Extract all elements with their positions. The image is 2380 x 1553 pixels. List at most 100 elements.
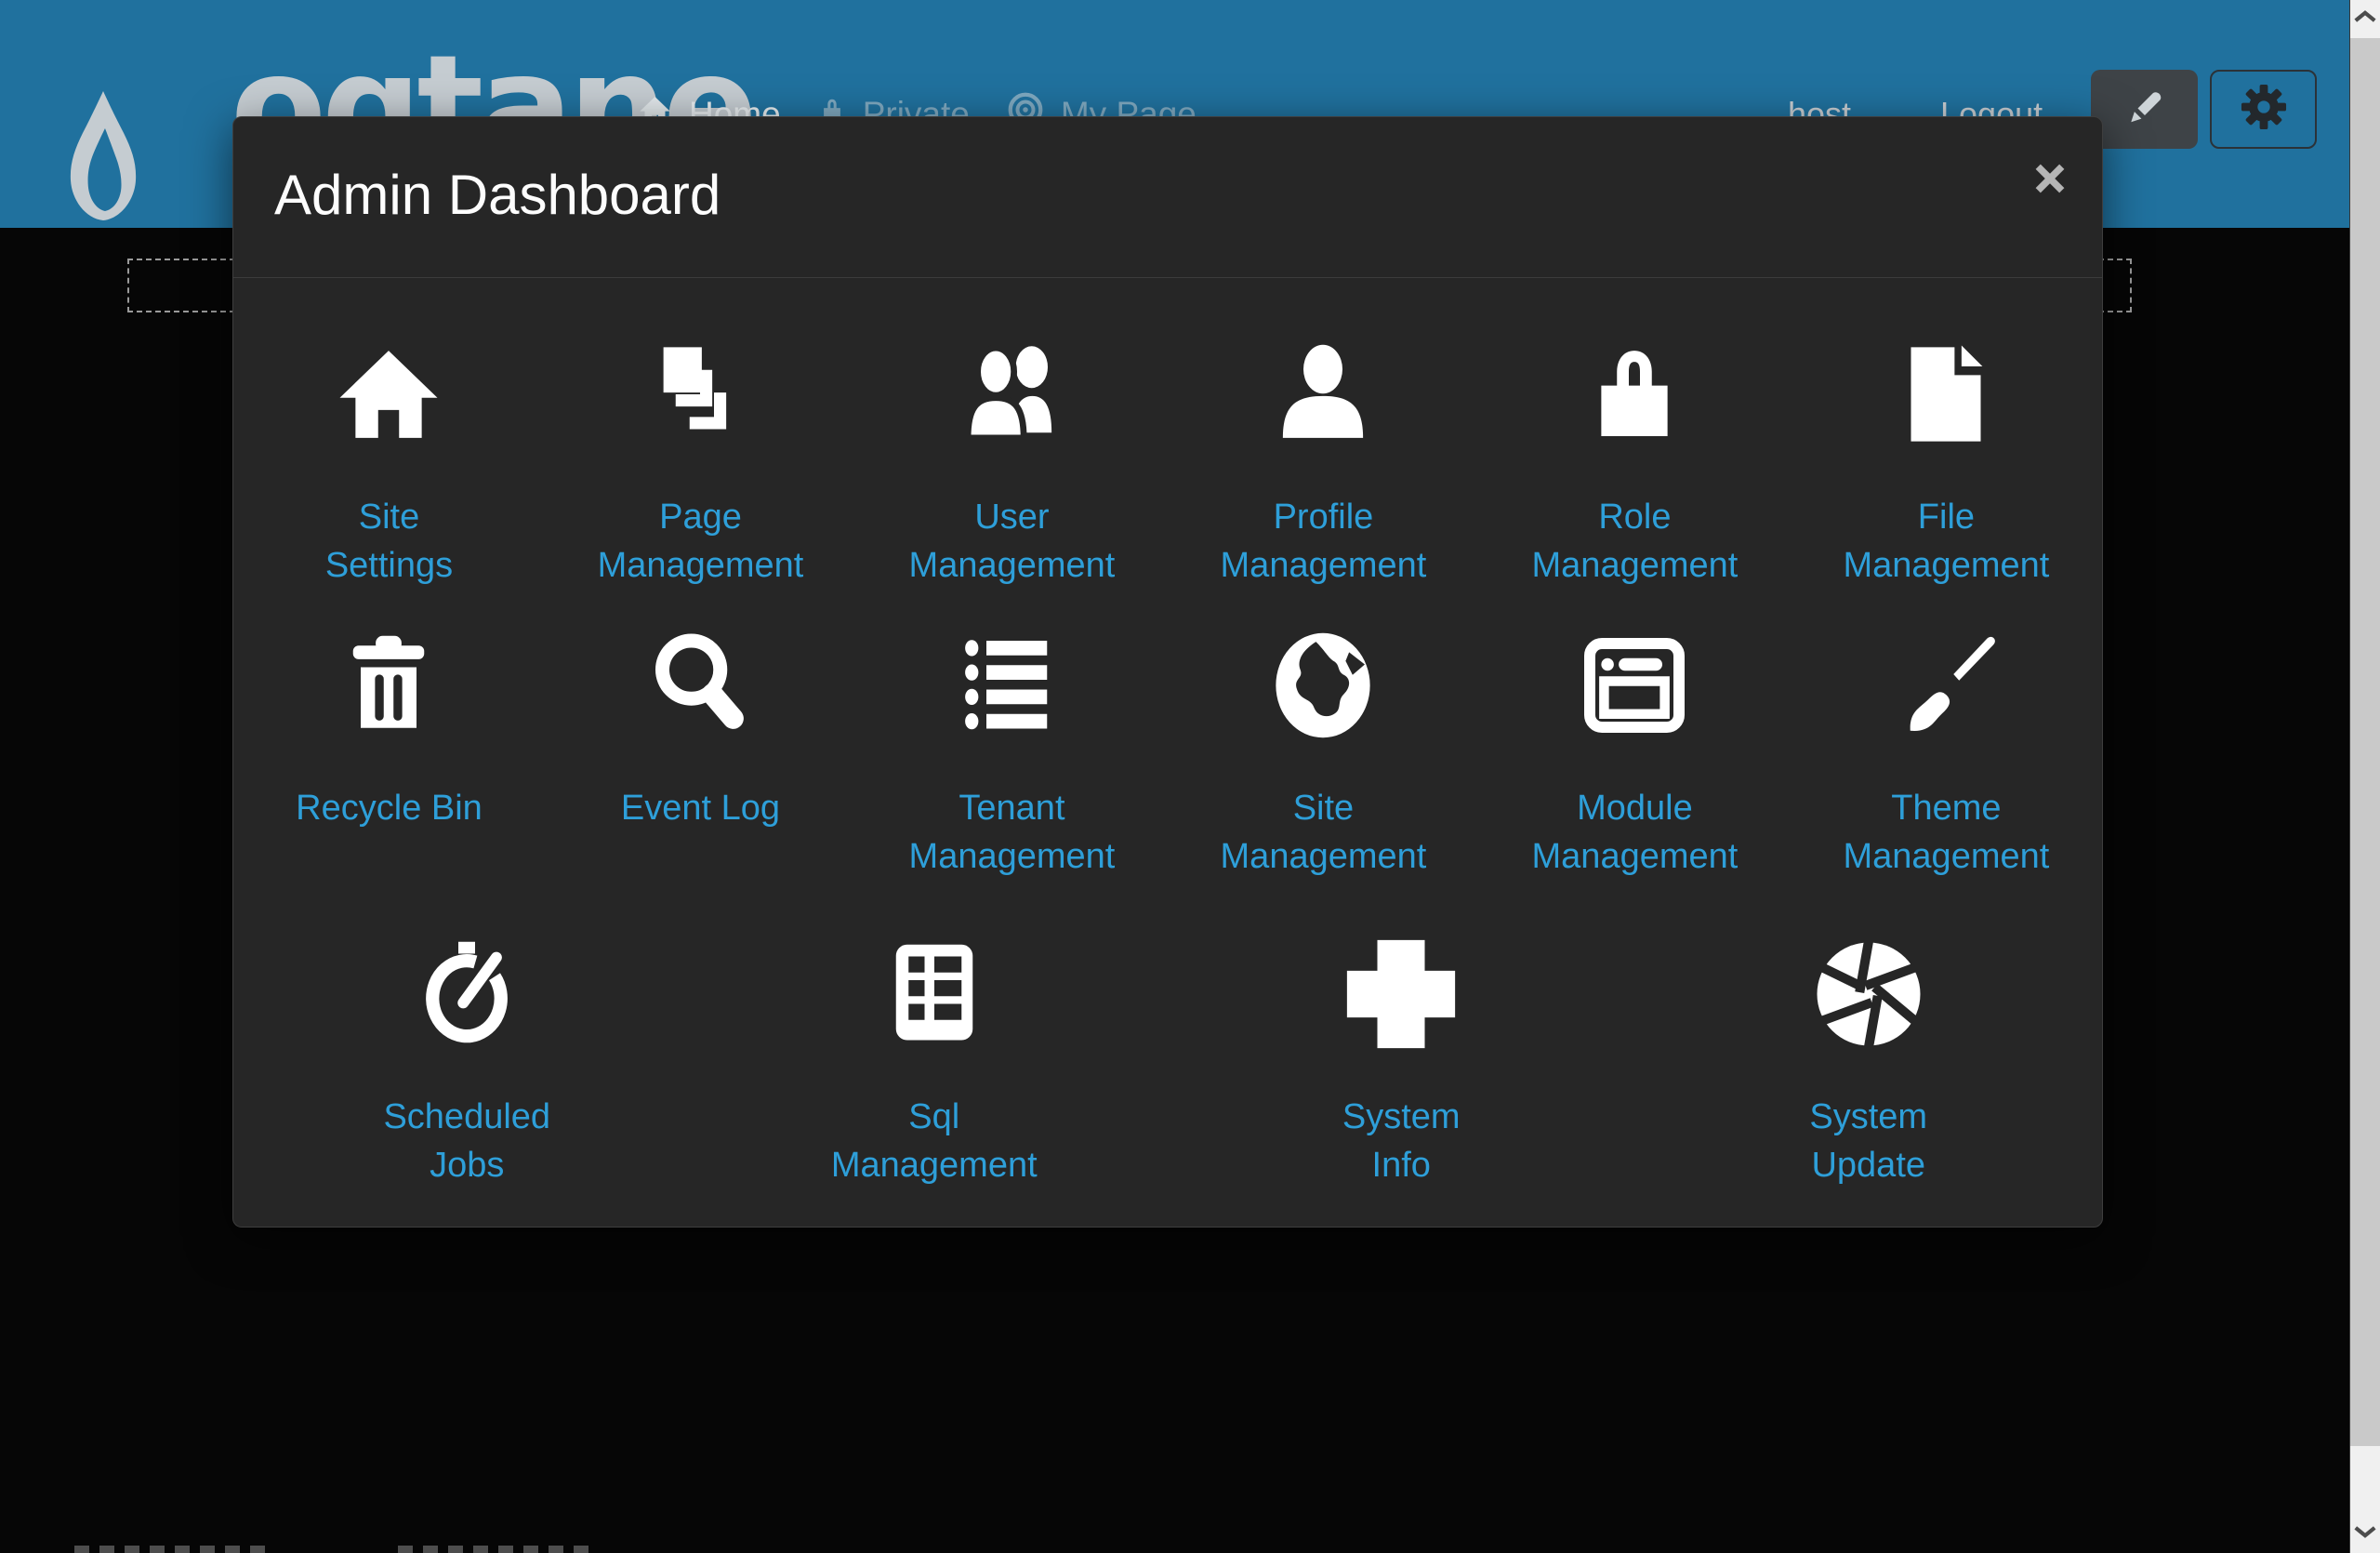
tile-label: SystemInfo	[1168, 1093, 1635, 1189]
tile-site-management[interactable]: SiteManagement	[1168, 628, 1479, 881]
tile-label-line: Management	[1168, 541, 1479, 590]
screen: oqtane Home Private My Page	[0, 0, 2380, 1553]
tile-label-line: User	[856, 493, 1168, 541]
list-icon	[856, 628, 1168, 741]
tile-label-line: Recycle Bin	[233, 784, 545, 832]
tile-label: FileManagement	[1791, 493, 2102, 590]
tile-label-line: Settings	[233, 541, 545, 590]
magnifying-glass-icon	[545, 628, 856, 741]
tile-label: UserManagement	[856, 493, 1168, 590]
tile-label-line: Theme	[1791, 784, 2102, 832]
people-icon	[856, 337, 1168, 450]
tile-label-line: Profile	[1168, 493, 1479, 541]
tile-label-line: File	[1791, 493, 2102, 541]
tile-label-line: System	[1635, 1093, 2103, 1141]
tile-theme-management[interactable]: ThemeManagement	[1791, 628, 2102, 881]
tile-role-management[interactable]: RoleManagement	[1479, 337, 1791, 590]
modal-header: Admin Dashboard	[233, 117, 2102, 278]
gear-icon	[2240, 83, 2288, 136]
clipped-content-fragment	[74, 1546, 270, 1553]
browser-icon	[1479, 628, 1791, 741]
dashboard-grid: SiteSettingsPageManagementUserManagement…	[233, 278, 2102, 1189]
tile-label: ThemeManagement	[1791, 784, 2102, 881]
tile-label-line: Management	[1791, 832, 2102, 881]
droplet-icon	[69, 89, 138, 226]
tile-event-log[interactable]: Event Log	[545, 628, 856, 881]
close-button[interactable]	[2024, 154, 2076, 206]
timer-icon	[233, 936, 701, 1050]
layers-icon	[545, 337, 856, 450]
tile-label: ProfileManagement	[1168, 493, 1479, 590]
tile-label-line: Update	[1635, 1141, 2103, 1189]
tile-label-line: Management	[545, 541, 856, 590]
scroll-down-button[interactable]	[2350, 1516, 2380, 1553]
tile-file-management[interactable]: FileManagement	[1791, 337, 2102, 590]
modal-title: Admin Dashboard	[274, 166, 721, 225]
tile-label: RoleManagement	[1479, 493, 1791, 590]
tile-label: ScheduledJobs	[233, 1093, 701, 1189]
tile-label-line: Site	[233, 493, 545, 541]
aperture-icon	[1635, 936, 2103, 1050]
tile-label: SqlManagement	[701, 1093, 1169, 1189]
close-icon	[2034, 163, 2066, 199]
tile-label-line: Tenant	[856, 784, 1168, 832]
tile-label: SiteSettings	[233, 493, 545, 590]
tile-label-line: Management	[701, 1141, 1169, 1189]
settings-button[interactable]	[2210, 70, 2317, 149]
tile-label-line: Site	[1168, 784, 1479, 832]
tile-page-management[interactable]: PageManagement	[545, 337, 856, 590]
trash-icon	[233, 628, 545, 741]
tile-tenant-management[interactable]: TenantManagement	[856, 628, 1168, 881]
tile-recycle-bin[interactable]: Recycle Bin	[233, 628, 545, 881]
tile-site-settings[interactable]: SiteSettings	[233, 337, 545, 590]
home-icon	[233, 337, 545, 450]
tile-label: TenantManagement	[856, 784, 1168, 881]
chevron-down-icon	[2353, 1525, 2377, 1544]
tile-user-management[interactable]: UserManagement	[856, 337, 1168, 590]
tile-label-line: Management	[1479, 541, 1791, 590]
tile-label: SiteManagement	[1168, 784, 1479, 881]
spreadsheet-icon	[701, 936, 1169, 1050]
tile-sql-management[interactable]: SqlManagement	[701, 936, 1169, 1189]
tile-label-line: Management	[1168, 832, 1479, 881]
file-icon	[1791, 337, 2102, 450]
person-icon	[1168, 337, 1479, 450]
tile-label-line: Page	[545, 493, 856, 541]
tile-label: PageManagement	[545, 493, 856, 590]
edit-page-button[interactable]	[2091, 70, 2198, 149]
tile-label-line: Sql	[701, 1093, 1169, 1141]
vertical-scrollbar[interactable]	[2349, 0, 2380, 1553]
tile-label-line: Management	[856, 832, 1168, 881]
tile-row-3: ScheduledJobsSqlManagementSystemInfoSyst…	[233, 936, 2102, 1189]
tile-label-line: Management	[1791, 541, 2102, 590]
tile-profile-management[interactable]: ProfileManagement	[1168, 337, 1479, 590]
tile-row-2: Recycle BinEvent LogTenantManagementSite…	[233, 628, 2102, 881]
tile-label-line: Management	[1479, 832, 1791, 881]
tile-label: Recycle Bin	[233, 784, 545, 832]
pencil-icon	[2122, 85, 2167, 134]
admin-dashboard-modal: Admin Dashboard SiteSettingsPageManageme…	[232, 116, 2103, 1228]
tile-label-line: Management	[856, 541, 1168, 590]
scrollbar-thumb[interactable]	[2350, 38, 2380, 1446]
globe-icon	[1168, 628, 1479, 741]
tile-label-line: Event Log	[545, 784, 856, 832]
tile-module-management[interactable]: ModuleManagement	[1479, 628, 1791, 881]
tile-label-line: Info	[1168, 1141, 1635, 1189]
scroll-up-button[interactable]	[2350, 0, 2380, 37]
tile-scheduled-jobs[interactable]: ScheduledJobs	[233, 936, 701, 1189]
lock-locked-icon	[1479, 337, 1791, 450]
tile-label-line: Module	[1479, 784, 1791, 832]
tile-label-line: Jobs	[233, 1141, 701, 1189]
tile-label: ModuleManagement	[1479, 784, 1791, 881]
tile-system-info[interactable]: SystemInfo	[1168, 936, 1635, 1189]
medical-cross-icon	[1168, 936, 1635, 1050]
tile-label-line: Scheduled	[233, 1093, 701, 1141]
brush-icon	[1791, 628, 2102, 741]
tile-label: Event Log	[545, 784, 856, 832]
tile-label: SystemUpdate	[1635, 1093, 2103, 1189]
tile-label-line: System	[1168, 1093, 1635, 1141]
clipped-content-fragment	[398, 1546, 597, 1553]
tile-system-update[interactable]: SystemUpdate	[1635, 936, 2103, 1189]
tile-label-line: Role	[1479, 493, 1791, 541]
chevron-up-icon	[2353, 9, 2377, 28]
